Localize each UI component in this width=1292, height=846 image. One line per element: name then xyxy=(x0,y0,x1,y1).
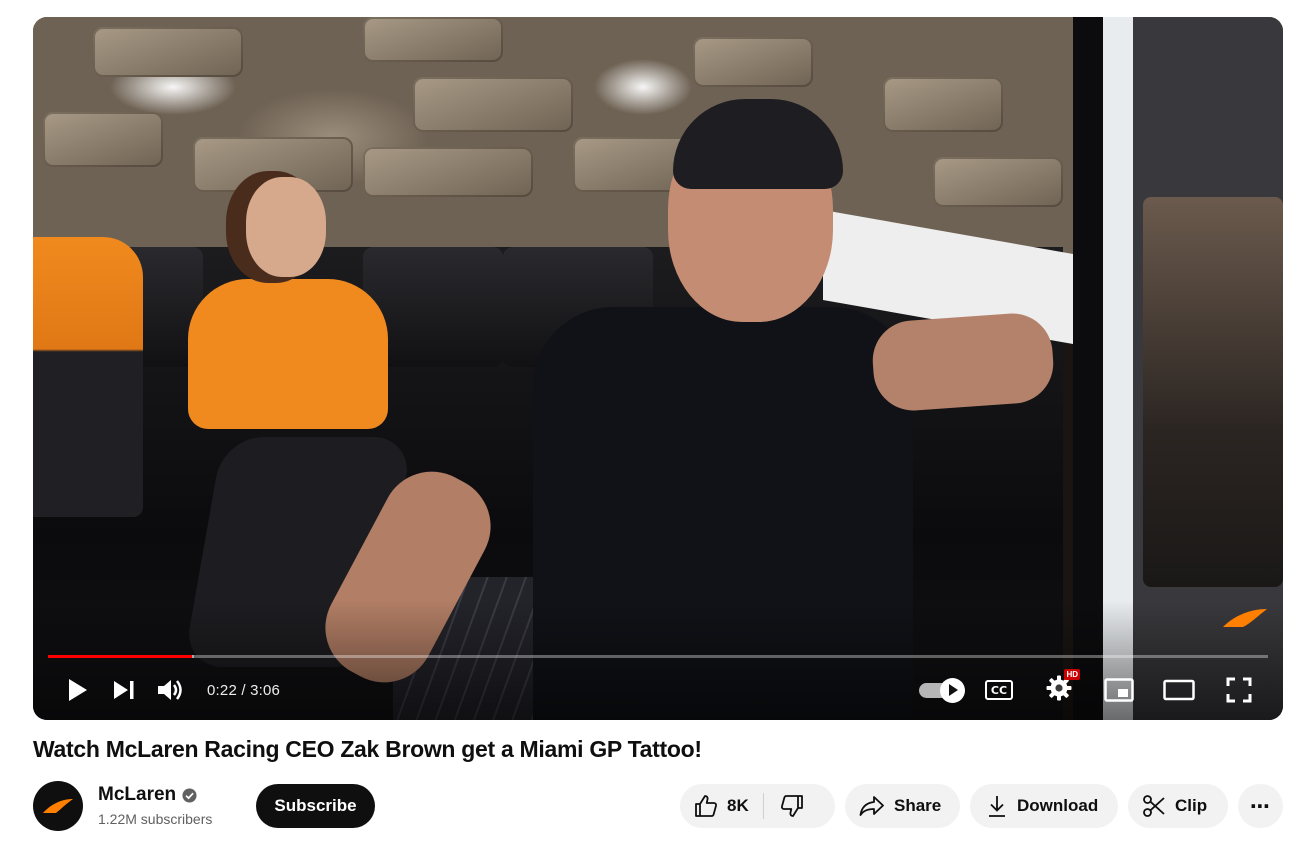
woman-head xyxy=(246,177,326,277)
channel-name-row[interactable]: McLaren xyxy=(98,784,197,806)
progress-bar[interactable] xyxy=(48,655,1268,658)
next-icon xyxy=(114,681,134,699)
autoplay-track xyxy=(919,677,965,703)
woman-shirt xyxy=(188,279,388,429)
autoplay-toggle[interactable] xyxy=(909,667,969,713)
video-frame xyxy=(33,17,1283,720)
stone xyxy=(883,77,1003,132)
thumbs-up-icon xyxy=(695,795,718,817)
man-arm xyxy=(870,310,1056,414)
stone xyxy=(933,157,1063,207)
theater-mode-button[interactable] xyxy=(1149,667,1209,713)
clip-button[interactable]: Clip xyxy=(1128,784,1228,828)
mclaren-logo-icon xyxy=(43,799,73,813)
like-count: 8K xyxy=(727,796,749,815)
captions-icon: CC xyxy=(985,680,1013,700)
play-icon xyxy=(69,679,87,701)
progress-played xyxy=(48,655,192,658)
theater-mode-icon xyxy=(1163,679,1195,701)
captions-button[interactable]: CC xyxy=(969,667,1029,713)
download-icon xyxy=(989,796,1005,817)
volume-icon xyxy=(158,680,182,700)
stone xyxy=(413,77,573,132)
share-button[interactable]: Share xyxy=(845,784,960,828)
channel-row: McLaren 1.22M subscribers Subscribe 8K S xyxy=(33,781,1283,831)
stone xyxy=(43,112,163,167)
like-dislike-group: 8K xyxy=(680,784,835,828)
autoplay-play-icon xyxy=(948,684,958,696)
miniplayer-icon xyxy=(1104,678,1134,702)
clip-label: Clip xyxy=(1175,796,1208,815)
subscriber-count: 1.22M subscribers xyxy=(98,811,213,827)
fullscreen-icon xyxy=(1226,677,1252,703)
mclaren-logo-watermark xyxy=(1223,609,1267,627)
share-label: Share xyxy=(894,796,942,815)
like-button[interactable]: 8K xyxy=(680,784,763,828)
stone xyxy=(363,147,533,197)
download-label: Download xyxy=(1017,796,1099,815)
hd-badge: HD xyxy=(1064,668,1080,680)
autoplay-knob xyxy=(940,677,965,703)
subscribe-button[interactable]: Subscribe xyxy=(256,784,375,828)
person-left xyxy=(33,237,143,517)
more-horizontal-icon: ⋯ xyxy=(1250,795,1271,818)
channel-name[interactable]: McLaren xyxy=(98,784,176,806)
player-controls: 0:22 / 3:06 CC HD xyxy=(33,667,1283,713)
video-player[interactable]: 0:22 / 3:06 CC HD xyxy=(33,17,1283,720)
scissors-icon xyxy=(1143,795,1165,817)
poster xyxy=(1143,197,1283,587)
verified-badge-icon xyxy=(182,787,197,803)
share-arrow-icon xyxy=(859,796,884,816)
download-button[interactable]: Download xyxy=(970,784,1118,828)
fullscreen-button[interactable] xyxy=(1209,667,1269,713)
stone xyxy=(363,17,503,62)
time-display: 0:22 / 3:06 xyxy=(207,681,281,699)
stone xyxy=(93,27,243,77)
stone xyxy=(693,37,813,87)
channel-avatar[interactable] xyxy=(33,781,83,831)
settings-button[interactable]: HD xyxy=(1029,667,1089,713)
video-title: Watch McLaren Racing CEO Zak Brown get a… xyxy=(33,736,702,762)
thumbs-down-icon xyxy=(780,795,803,817)
miniplayer-button[interactable] xyxy=(1089,667,1149,713)
more-actions-button[interactable]: ⋯ xyxy=(1238,784,1283,828)
volume-button[interactable] xyxy=(141,667,199,713)
dislike-button[interactable] xyxy=(764,784,804,828)
